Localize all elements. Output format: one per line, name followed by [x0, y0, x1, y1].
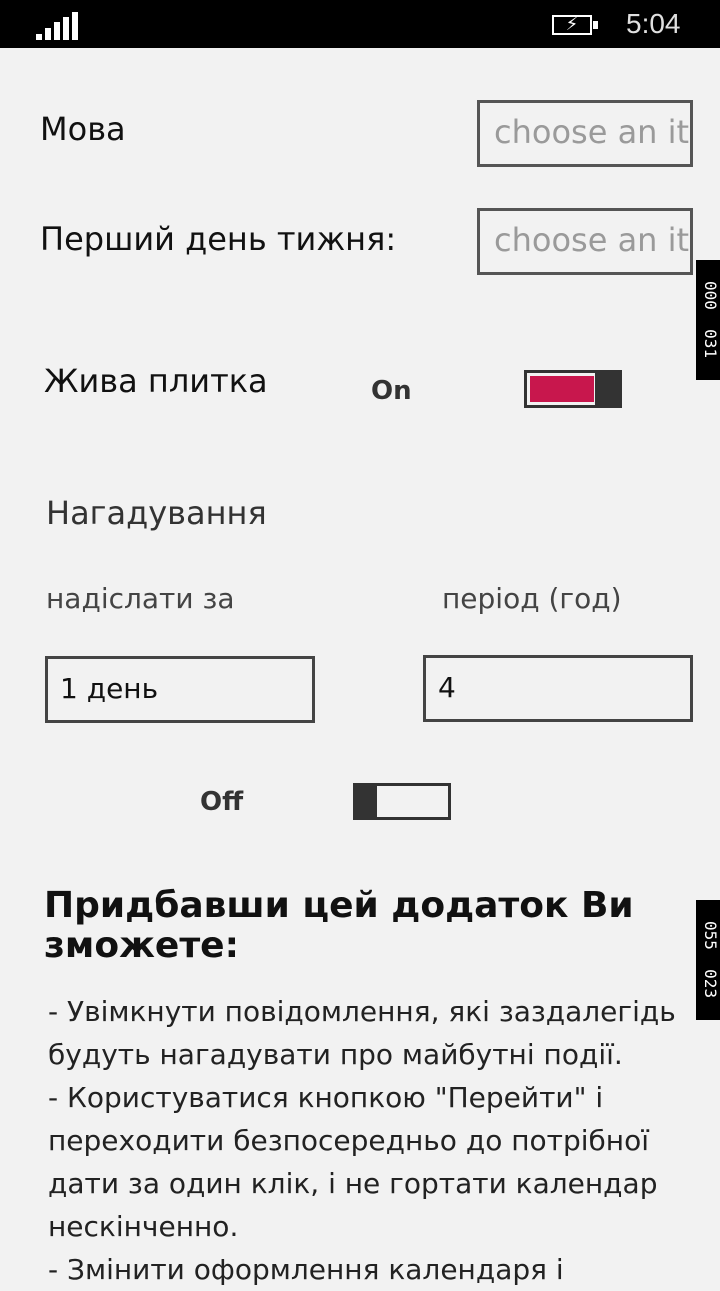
- reminder-toggle-thumb[interactable]: [353, 783, 377, 820]
- battery-charging-icon: ⚡: [552, 12, 600, 38]
- side-counter-top: 000: [701, 281, 720, 311]
- language-picker-placeholder: choose an it: [494, 113, 690, 151]
- signal-strength-icon: [36, 12, 82, 40]
- reminders-heading: Нагадування: [46, 494, 267, 532]
- reminder-toggle[interactable]: [353, 783, 451, 820]
- promo-line: - Змінити оформлення календаря і: [48, 1253, 564, 1286]
- reminder-state: Off: [200, 787, 244, 817]
- promo-title: Придбавши цей додаток Ви зможете:: [44, 885, 634, 966]
- language-label: Мова: [40, 110, 126, 148]
- side-counter-top: 055: [701, 921, 720, 951]
- period-label: період (год): [442, 582, 622, 615]
- promo-body: - Увімкнути повідомлення, які заздалегід…: [48, 990, 688, 1291]
- first-day-picker[interactable]: choose an it: [477, 208, 693, 275]
- side-counter-bottom: 023: [701, 969, 720, 999]
- language-picker[interactable]: choose an it: [477, 100, 693, 167]
- send-before-label: надіслати за: [46, 582, 235, 615]
- live-tile-label: Жива плитка: [44, 362, 268, 400]
- period-input[interactable]: 4: [423, 655, 693, 722]
- first-day-picker-placeholder: choose an it: [494, 221, 690, 259]
- side-counter-bottom: 031: [701, 329, 720, 359]
- side-counter-tag: 055 023: [696, 900, 720, 1020]
- status-time: 5:04: [626, 8, 681, 39]
- promo-line: - Увімкнути повідомлення, які заздалегід…: [48, 995, 676, 1071]
- live-tile-toggle[interactable]: [524, 370, 622, 408]
- live-tile-toggle-fill: [530, 376, 594, 402]
- side-counter-tag: 000 031: [696, 260, 720, 380]
- live-tile-state: On: [371, 376, 412, 406]
- first-day-label: Перший день тижня:: [40, 220, 397, 258]
- status-bar: ⚡ 5:04: [0, 0, 720, 48]
- live-tile-toggle-thumb[interactable]: [595, 370, 619, 408]
- promo-line: - Користуватися кнопкою "Перейти" і пере…: [48, 1081, 658, 1243]
- send-before-input[interactable]: 1 день: [45, 656, 315, 723]
